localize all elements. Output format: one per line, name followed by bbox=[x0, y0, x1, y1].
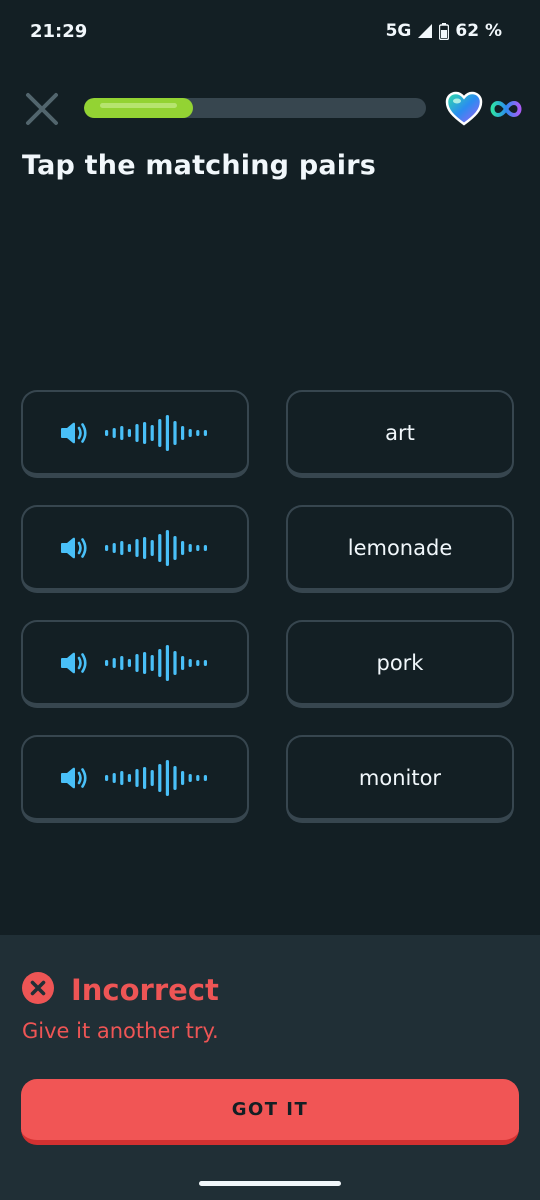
speaker-icon bbox=[59, 420, 89, 446]
word-tile-art[interactable]: art bbox=[286, 390, 514, 478]
word-tile-pork[interactable]: pork bbox=[286, 620, 514, 708]
battery-icon bbox=[439, 22, 450, 40]
lesson-header bbox=[0, 88, 540, 130]
status-time: 21:29 bbox=[30, 21, 88, 42]
home-indicator[interactable] bbox=[199, 1181, 341, 1186]
speaker-icon bbox=[59, 535, 89, 561]
x-circle-icon bbox=[21, 971, 55, 1009]
network-label: 5G bbox=[385, 21, 412, 41]
audio-tile[interactable] bbox=[21, 735, 249, 823]
progress-shine bbox=[100, 103, 178, 108]
audio-tile[interactable] bbox=[21, 620, 249, 708]
speaker-icon bbox=[59, 765, 89, 791]
word-tile-label: lemonade bbox=[347, 535, 453, 560]
waveform-icon bbox=[103, 528, 211, 568]
audio-tile[interactable] bbox=[21, 390, 249, 478]
got-it-button[interactable]: GOT IT bbox=[21, 1079, 519, 1145]
battery-percent: 62 % bbox=[455, 21, 502, 41]
word-tile-label: pork bbox=[376, 650, 424, 675]
word-tile-lemonade[interactable]: lemonade bbox=[286, 505, 514, 593]
status-indicators: 5G 62 % bbox=[386, 21, 502, 41]
audio-tile[interactable] bbox=[21, 505, 249, 593]
waveform-icon bbox=[103, 643, 211, 683]
word-tile-label: art bbox=[385, 420, 415, 445]
status-bar: 21:29 5G 62 % bbox=[0, 0, 540, 64]
heart-icon[interactable] bbox=[445, 91, 483, 127]
signal-icon bbox=[417, 23, 433, 39]
word-tile-monitor[interactable]: monitor bbox=[286, 735, 514, 823]
waveform-icon bbox=[103, 413, 211, 453]
infinity-icon bbox=[490, 98, 522, 120]
feedback-header: Incorrect bbox=[21, 971, 219, 1009]
feedback-message: Give it another try. bbox=[22, 1019, 219, 1043]
speaker-icon bbox=[59, 650, 89, 676]
feedback-title: Incorrect bbox=[71, 973, 219, 1007]
progress-fill bbox=[84, 98, 194, 118]
progress-bar bbox=[84, 98, 426, 118]
waveform-icon bbox=[103, 758, 211, 798]
feedback-panel: Incorrect Give it another try. GOT IT bbox=[0, 935, 540, 1200]
prompt-title: Tap the matching pairs bbox=[22, 150, 377, 181]
close-icon[interactable] bbox=[24, 91, 60, 127]
word-tile-label: monitor bbox=[358, 765, 442, 790]
